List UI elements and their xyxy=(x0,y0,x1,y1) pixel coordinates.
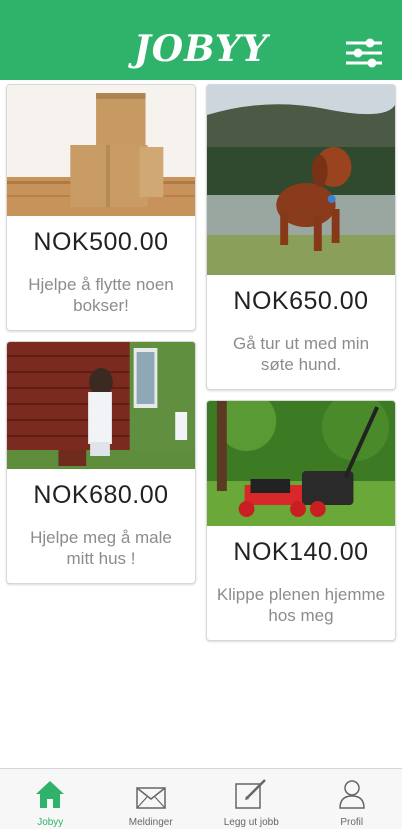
sliders-icon xyxy=(346,38,382,68)
job-image-lawnmower xyxy=(207,401,395,526)
job-description: Klippe plenen hjemme hos meg xyxy=(216,585,386,625)
job-price: NOK500.00 xyxy=(33,228,169,256)
job-price: NOK680.00 xyxy=(33,481,169,509)
job-image-boxes xyxy=(7,85,195,216)
job-description: Hjelpe å flytte noen bokser! xyxy=(28,275,174,315)
envelope-icon xyxy=(136,787,166,809)
job-feed[interactable]: NOK500.00 Hjelpe å flytte noen bokser! N… xyxy=(0,80,402,770)
job-image-dog xyxy=(207,85,395,275)
app-header: JOBYY xyxy=(0,0,402,80)
job-description: Hjelpe meg å male mitt hus ! xyxy=(30,528,172,568)
tab-profil[interactable]: Profil xyxy=(302,769,402,829)
feed-column-right: NOK650.00 Gå tur ut med min søte hund. N… xyxy=(206,84,396,651)
job-image-painting xyxy=(7,342,195,469)
tab-jobyy[interactable]: Jobyy xyxy=(0,769,101,829)
filter-menu-button[interactable] xyxy=(346,38,382,68)
tab-label: Legg ut jobb xyxy=(223,817,279,828)
home-icon xyxy=(36,781,65,808)
job-card[interactable]: NOK650.00 Gå tur ut med min søte hund. xyxy=(206,84,396,390)
tab-legg-ut-jobb[interactable]: Legg ut jobb xyxy=(201,769,302,829)
job-description: Gå tur ut med min søte hund. xyxy=(232,334,370,374)
feed-column-left: NOK500.00 Hjelpe å flytte noen bokser! N… xyxy=(6,84,196,594)
edit-icon xyxy=(235,779,267,809)
job-card[interactable]: NOK680.00 Hjelpe meg å male mitt hus ! xyxy=(6,341,196,584)
tab-label: Jobyy xyxy=(37,817,64,828)
bottom-tab-bar: Jobyy Meldinger Legg ut jobb Profil xyxy=(0,768,402,829)
app-logo: JOBYY xyxy=(133,28,269,70)
job-card[interactable]: NOK500.00 Hjelpe å flytte noen bokser! xyxy=(6,84,196,331)
user-icon xyxy=(338,780,365,809)
tab-label: Meldinger xyxy=(128,817,173,828)
tab-label: Profil xyxy=(340,817,364,828)
tab-meldinger[interactable]: Meldinger xyxy=(101,769,202,829)
job-card[interactable]: NOK140.00 Klippe plenen hjemme hos meg xyxy=(206,400,396,641)
job-price: NOK650.00 xyxy=(233,287,369,315)
job-price: NOK140.00 xyxy=(233,538,369,566)
